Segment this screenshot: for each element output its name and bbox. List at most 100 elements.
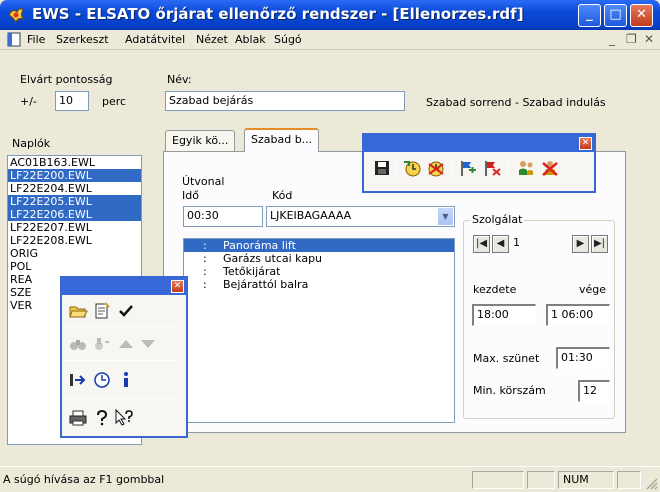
service-title: Szolgálat — [470, 213, 525, 226]
toolbar-titlebar[interactable]: ✕ — [364, 135, 594, 152]
mode-text: Szabad sorrend - Szabad indulás — [426, 96, 606, 109]
checkpoint-name: Bejárattól balra — [223, 278, 309, 291]
next-record-button[interactable]: ▶ — [572, 235, 589, 253]
help-icon[interactable] — [92, 408, 112, 428]
menu-nezet[interactable]: Nézet — [196, 33, 228, 46]
min-rounds-label: Min. körszám — [473, 384, 546, 397]
status-panel — [617, 471, 641, 489]
accuracy-prefix: +/- — [20, 95, 37, 108]
record-number[interactable]: 1 — [511, 234, 561, 253]
time-input[interactable]: 00:30 — [183, 206, 263, 227]
route-label: Útvonal — [182, 175, 225, 188]
start-label: kezdete — [473, 283, 517, 296]
arrow-up-icon[interactable] — [116, 334, 136, 354]
printer-icon[interactable] — [68, 408, 88, 428]
checkpoint-name: Garázs utcai kapu — [223, 252, 323, 265]
accuracy-input[interactable]: 10 — [55, 91, 89, 111]
checkpoint-name: Panoráma lift — [223, 239, 296, 252]
window-title: EWS - ELSATO őrjárat ellenőrző rendszer … — [32, 5, 524, 23]
arrow-down-icon[interactable] — [138, 334, 158, 354]
menu-adatatvitel[interactable]: Adatátvitel — [125, 33, 185, 46]
minimize-button[interactable]: _ — [578, 4, 601, 27]
status-panel — [527, 471, 555, 489]
max-break-label: Max. szünet — [473, 352, 540, 365]
tab-szabad[interactable]: Szabad b... — [244, 128, 320, 152]
last-record-button[interactable]: ▶| — [591, 235, 608, 253]
first-record-button[interactable]: |◀ — [473, 235, 490, 253]
mdi-minimize-button[interactable]: _ — [609, 32, 615, 46]
check-icon[interactable] — [116, 301, 136, 321]
binoculars-icon[interactable] — [68, 334, 88, 354]
alarm-clock-icon[interactable] — [426, 158, 446, 178]
list-item[interactable]: : Garázs utcai kapu — [184, 252, 454, 265]
status-bar: A súgó hívása az F1 gombbal NUM — [0, 466, 660, 492]
toolbar-titlebar[interactable]: ✕ — [62, 278, 186, 295]
document-icon[interactable] — [7, 32, 21, 47]
menu-sugo[interactable]: Súgó — [274, 33, 302, 46]
exit-arrow-icon[interactable] — [68, 370, 88, 390]
maximize-button[interactable]: □ — [604, 4, 627, 27]
num-lock-indicator: NUM — [558, 471, 614, 489]
toolbar-close-button[interactable]: ✕ — [579, 137, 592, 150]
info-icon[interactable] — [116, 370, 136, 390]
clock-icon[interactable] — [92, 370, 112, 390]
mdi-restore-button[interactable]: ❐ — [626, 32, 637, 46]
list-item[interactable]: POL — [8, 260, 141, 273]
accuracy-label: Elvárt pontosság — [20, 73, 113, 86]
end-label: vége — [579, 283, 607, 296]
main-toolbar[interactable]: ✕ — [60, 276, 188, 438]
checkpoint-list[interactable]: : Panoráma lift : Garázs utcai kapu : Te… — [183, 238, 455, 423]
logs-label: Naplók — [12, 137, 51, 150]
list-item[interactable]: : Bejárattól balra — [184, 278, 454, 291]
checkpoint-name: Tetőkijárat — [223, 265, 281, 278]
menu-bar: File Szerkeszt Adatátvitel Nézet Ablak S… — [0, 30, 660, 50]
context-help-icon[interactable] — [114, 408, 134, 428]
title-bar: EWS - ELSATO őrjárat ellenőrző rendszer … — [0, 0, 660, 30]
open-folder-icon[interactable] — [68, 301, 88, 321]
flag-remove-icon[interactable] — [482, 158, 502, 178]
close-button[interactable]: ✕ — [630, 4, 653, 27]
list-item[interactable]: ORIG — [8, 247, 141, 260]
time-label: Idő — [182, 189, 199, 202]
name-input[interactable]: Szabad bejárás — [165, 91, 405, 111]
end-time-input[interactable]: 1 06:00 — [546, 304, 610, 326]
name-label: Név: — [167, 73, 192, 86]
accuracy-unit: perc — [102, 95, 127, 108]
paste-doc-icon[interactable] — [92, 301, 112, 321]
resize-grip-icon[interactable] — [645, 477, 658, 490]
binoculars-next-icon[interactable] — [92, 334, 112, 354]
list-item[interactable]: LF22E204.EWL — [8, 182, 141, 195]
menu-ablak[interactable]: Ablak — [235, 33, 266, 46]
start-time-input[interactable]: 18:00 — [472, 304, 536, 326]
list-item[interactable]: : Tetőkijárat — [184, 265, 454, 278]
menu-file[interactable]: File — [27, 33, 45, 46]
person-x-icon[interactable] — [540, 158, 560, 178]
flag-add-icon[interactable] — [458, 158, 478, 178]
save-icon[interactable] — [372, 158, 392, 178]
toolbar-close-button[interactable]: ✕ — [171, 280, 184, 293]
list-item[interactable]: LF22E206.EWL — [8, 208, 141, 221]
list-item[interactable]: : Panoráma lift — [184, 239, 454, 252]
prev-record-button[interactable]: ◀ — [492, 235, 509, 253]
list-item[interactable]: LF22E200.EWL — [8, 169, 141, 182]
menu-szerkeszt[interactable]: Szerkeszt — [56, 33, 109, 46]
chevron-down-icon[interactable]: ▼ — [437, 208, 453, 225]
code-combobox[interactable]: LJKEIBAGAAAA ▼ — [266, 206, 455, 227]
tab-egyik[interactable]: Egyik kö... — [165, 130, 236, 151]
service-group: Szolgálat |◀ ◀ 1 ▶ ▶| kezdete vége 18:00… — [463, 213, 615, 419]
min-rounds-input[interactable]: 12 — [578, 380, 610, 402]
status-panel — [472, 471, 524, 489]
code-value: LJKEIBAGAAAA — [270, 209, 352, 222]
app-logo-icon[interactable] — [6, 5, 26, 25]
people-icon[interactable] — [516, 158, 536, 178]
mdi-close-button[interactable]: ✕ — [644, 32, 654, 46]
list-item[interactable]: LF22E205.EWL — [8, 195, 141, 208]
max-break-input[interactable]: 01:30 — [556, 347, 610, 369]
list-item[interactable]: LF22E207.EWL — [8, 221, 141, 234]
list-item[interactable]: LF22E208.EWL — [8, 234, 141, 247]
code-label: Kód — [272, 189, 293, 202]
clock-start-icon[interactable] — [402, 158, 422, 178]
list-item[interactable]: AC01B163.EWL — [8, 156, 141, 169]
route-toolbar[interactable]: ✕ — [362, 133, 596, 193]
status-help-text: A súgó hívása az F1 gombbal — [3, 473, 165, 486]
